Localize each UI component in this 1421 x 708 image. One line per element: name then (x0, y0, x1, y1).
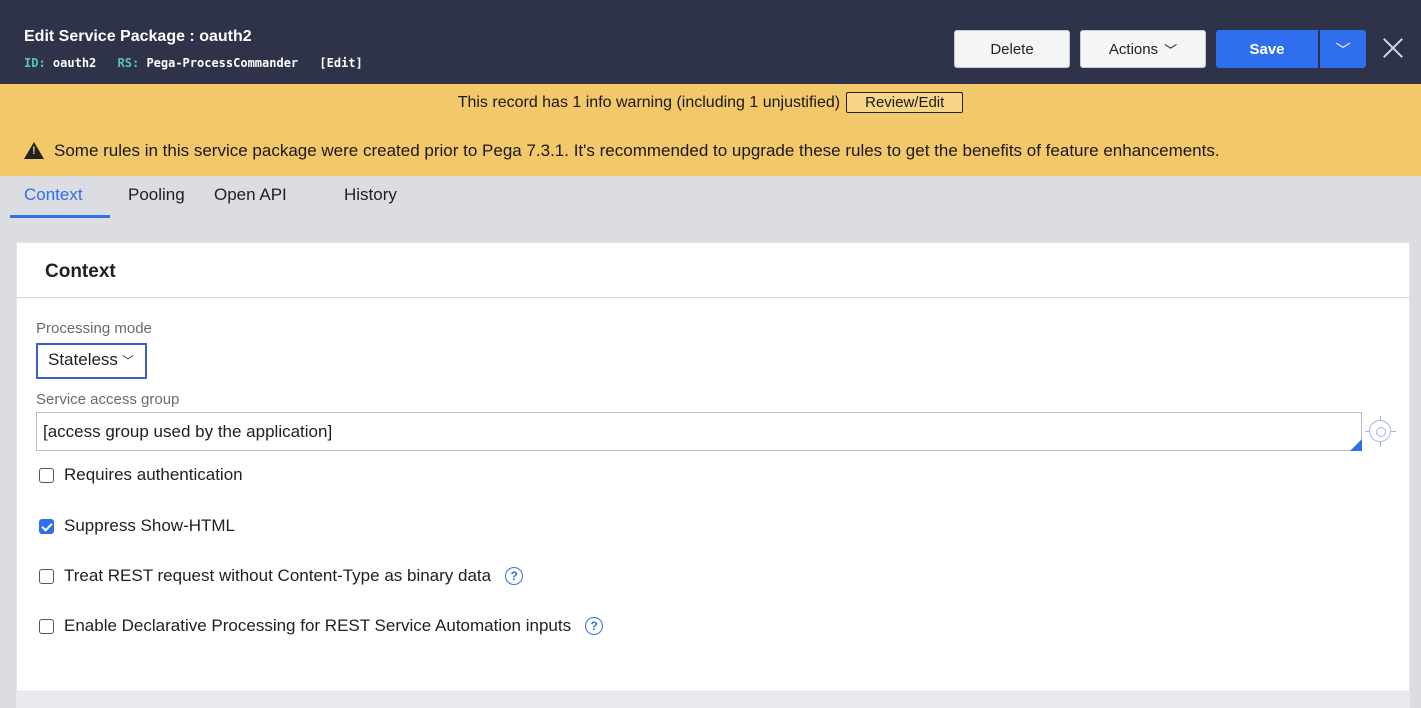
autocomplete-corner-icon (1350, 439, 1362, 451)
warning-summary: This record has 1 info warning (includin… (0, 92, 1421, 113)
declarative-processing-option[interactable]: Enable Declarative Processing for REST S… (39, 616, 604, 636)
tab-history[interactable]: History (344, 185, 397, 205)
panel-header: Context (17, 243, 1409, 298)
rule-header: Edit Service Package : oauth2 ID: oauth2… (0, 0, 1421, 84)
suppress-show-html-checkbox[interactable] (39, 518, 54, 534)
actions-button[interactable]: Actions ﹀ (1080, 30, 1206, 68)
option-label: Suppress Show-HTML (64, 516, 236, 535)
rs-key: RS: (117, 56, 140, 70)
context-panel: Context Processing mode Stateless ﹀ Servi… (16, 242, 1410, 692)
delete-button[interactable]: Delete (954, 30, 1070, 68)
tab-pooling[interactable]: Pooling (128, 185, 185, 205)
rs-value: Pega-ProcessCommander (146, 56, 299, 70)
panel-bottom-divider (16, 692, 1410, 708)
tab-context[interactable]: Context (24, 185, 83, 205)
option-label: Requires authentication (64, 465, 243, 484)
help-icon[interactable]: ? (505, 567, 524, 585)
suppress-show-html-option[interactable]: Suppress Show-HTML (39, 516, 235, 536)
tab-bar: Context Pooling Open API History (0, 176, 1421, 220)
close-icon[interactable] (1380, 35, 1406, 61)
option-label: Enable Declarative Processing for REST S… (64, 616, 572, 635)
upgrade-warning: Some rules in this service package were … (24, 141, 1220, 161)
requires-authentication-option[interactable]: Requires authentication (39, 465, 243, 485)
actions-label: Actions (1108, 40, 1159, 58)
requires-authentication-checkbox[interactable] (39, 467, 54, 483)
treat-rest-binary-checkbox[interactable] (39, 568, 54, 584)
chevron-down-icon: ﹀ (1335, 41, 1351, 59)
active-tab-indicator (10, 215, 110, 218)
warning-icon (24, 142, 44, 159)
ruleset-edit-link[interactable]: [Edit] (319, 56, 362, 70)
option-label: Treat REST request without Content-Type … (64, 566, 492, 585)
upgrade-warning-text: Some rules in this service package were … (54, 141, 1220, 160)
id-value: oauth2 (52, 56, 97, 70)
rule-meta: ID: oauth2 RS: Pega-ProcessCommander [Ed… (24, 56, 363, 70)
chevron-down-icon: ﹀ (1164, 42, 1178, 58)
declarative-processing-checkbox[interactable] (39, 618, 54, 634)
tab-open-api[interactable]: Open API (214, 185, 287, 205)
save-button[interactable]: Save (1216, 30, 1318, 68)
processing-mode-select[interactable]: Stateless ﹀ (36, 343, 147, 379)
rule-title: Edit Service Package : oauth2 (24, 28, 252, 45)
warning-summary-text: This record has 1 info warning (includin… (457, 94, 841, 111)
processing-mode-value: Stateless (48, 350, 118, 369)
access-group-value: [access group used by the application] (43, 422, 333, 441)
save-options-button[interactable]: ﹀ (1320, 30, 1366, 68)
warning-banner: This record has 1 info warning (includin… (0, 84, 1421, 176)
processing-mode-label: Processing mode (36, 320, 152, 337)
chevron-down-icon: ﹀ (121, 354, 134, 368)
panel-title: Context (45, 261, 116, 282)
treat-rest-binary-option[interactable]: Treat REST request without Content-Type … (39, 566, 524, 586)
review-edit-button[interactable]: Review/Edit (846, 92, 964, 113)
access-group-input[interactable]: [access group used by the application] (36, 412, 1362, 451)
id-key: ID: (24, 56, 46, 70)
help-icon[interactable]: ? (585, 617, 604, 635)
access-group-label: Service access group (36, 391, 180, 408)
crosshair-icon[interactable] (1365, 416, 1396, 447)
